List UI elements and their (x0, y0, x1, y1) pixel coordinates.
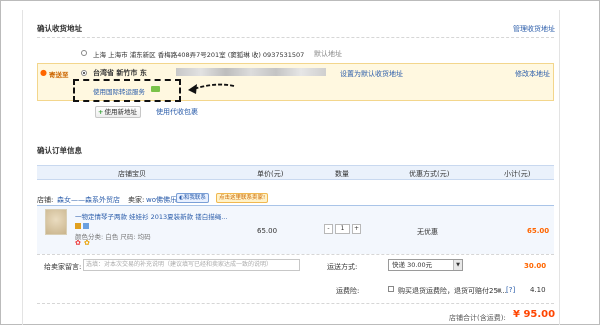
product-thumbnail[interactable] (45, 209, 67, 235)
insurance-text: 购买退货运费险，退货可赔付25.... (398, 287, 507, 295)
insurance-price: 4.10 (530, 286, 546, 294)
seller-name-link[interactable]: wo佛佛乐 (146, 195, 177, 205)
seller-message-input[interactable]: 选填：对本次交易的补充说明（建议填写已经和卖家达成一致的说明） (83, 259, 300, 271)
manage-address-link[interactable]: 管理收货地址 (513, 24, 555, 34)
shipping-cost: 30.00 (524, 262, 547, 270)
tag-icon (151, 86, 160, 92)
flower-icon: ✿ (84, 239, 90, 247)
item-discount: 无优惠 (417, 228, 438, 236)
message-label: 给卖家留言: (44, 263, 82, 271)
col-header-price: 单价(元) (257, 170, 284, 178)
address-radio-1[interactable] (81, 50, 87, 56)
product-title-link[interactable]: 一物定情琴子两款 娃娃衫 2013夏装新款 镂白描绳... (75, 211, 227, 221)
insurance-label: 运费险: (336, 287, 360, 295)
qty-increase-button[interactable]: + (352, 224, 361, 234)
ship-to-label: 寄送至 (49, 71, 69, 79)
new-address-label: 使用新地址 (104, 108, 137, 116)
badge-icon (75, 223, 81, 229)
address-text-1: 上海 上海市 浦东新区 香梅路408弄7号201室 (窦狐琳 收) 093753… (93, 51, 305, 59)
address-section-title: 确认收货地址 (37, 24, 82, 33)
edit-address-link[interactable]: 修改本地址 (515, 69, 550, 79)
seller-prefix: 卖家: (128, 196, 145, 204)
shop-total-value: ¥ 95.00 (513, 309, 556, 320)
divider (37, 303, 554, 304)
contact-seller-hint[interactable]: 点击这里联系卖家! (216, 193, 269, 203)
flower-icon: ✿ (75, 239, 81, 247)
divider (37, 254, 554, 255)
help-icon[interactable]: ▪ (497, 286, 502, 294)
qty-input[interactable]: 1 (335, 224, 350, 234)
col-header-discount: 优惠方式(元) (409, 170, 450, 178)
col-header-item: 店铺宝贝 (118, 170, 146, 178)
arrow-pointer-icon (188, 83, 235, 94)
qty-decrease-button[interactable]: - (324, 224, 333, 234)
shop-prefix: 店铺: (37, 196, 54, 204)
insurance-checkbox[interactable] (388, 286, 394, 292)
badge-icon (83, 223, 89, 229)
agent-pickup-link[interactable]: 使用代收包裹 (156, 107, 198, 117)
divider (37, 37, 554, 38)
chat-button[interactable]: ◐和我联系 (176, 193, 209, 203)
shop-total-label: 店铺合计(含运费): (449, 314, 506, 322)
plus-icon: + (98, 108, 104, 116)
shipping-method-select[interactable]: 快递 30.00元 ▼ (388, 259, 463, 271)
chat-label: 和我联系 (183, 195, 206, 201)
forwarding-service-link[interactable]: 使用国际转运服务 (93, 86, 145, 96)
new-address-button[interactable]: +使用新地址 (95, 106, 141, 118)
item-subtotal: 65.00 (527, 227, 550, 235)
item-price: 65.00 (257, 227, 278, 235)
shop-name-link[interactable]: 森女——森系外贸店 (57, 195, 120, 205)
default-address-label: 默认地址 (314, 50, 342, 58)
shipping-option: 快递 30.00元 (392, 261, 433, 269)
insurance-help-link[interactable]: [?] (506, 286, 515, 294)
shipping-label: 运送方式: (327, 263, 358, 271)
order-section-title: 确认订单信息 (37, 146, 82, 155)
address-text-2: 台湾省 新竹市 东 (93, 69, 147, 77)
location-pin-icon: ● (40, 68, 47, 77)
col-header-subtotal: 小计(元) (504, 170, 531, 178)
select-arrow-icon: ▼ (453, 260, 462, 270)
order-table-header (37, 165, 554, 180)
col-header-qty: 数量 (335, 170, 349, 178)
redacted-address (176, 68, 326, 76)
set-default-link[interactable]: 设置为默认收货地址 (340, 69, 403, 79)
address-radio-2[interactable] (81, 70, 87, 76)
